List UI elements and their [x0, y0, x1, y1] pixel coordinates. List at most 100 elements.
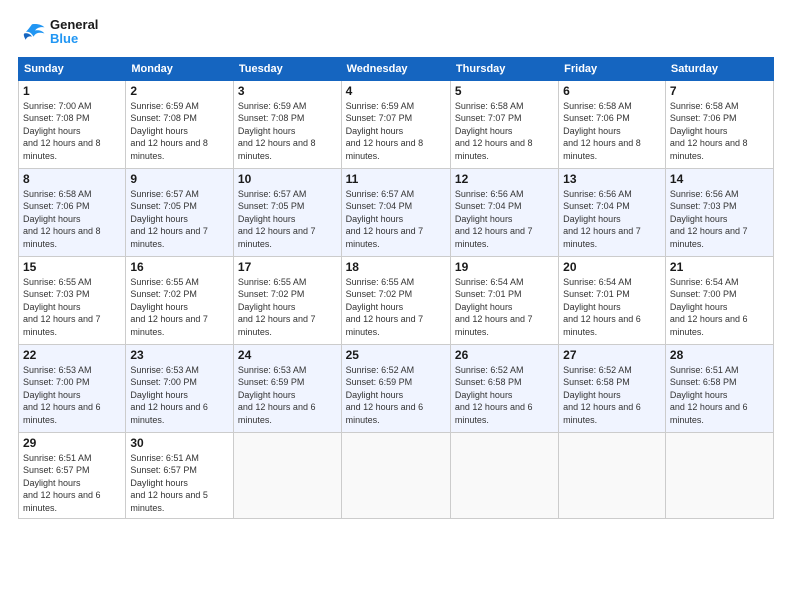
- calendar-cell: [559, 432, 666, 518]
- calendar-cell: 13 Sunrise: 6:56 AM Sunset: 7:04 PM Dayl…: [559, 168, 666, 256]
- calendar-cell: 25 Sunrise: 6:52 AM Sunset: 6:59 PM Dayl…: [341, 344, 450, 432]
- day-info: Sunrise: 6:59 AM Sunset: 7:08 PM Dayligh…: [238, 100, 337, 163]
- calendar-cell: 2 Sunrise: 6:59 AM Sunset: 7:08 PM Dayli…: [126, 80, 234, 168]
- day-info: Sunrise: 6:55 AM Sunset: 7:02 PM Dayligh…: [238, 276, 337, 339]
- day-info: Sunrise: 6:57 AM Sunset: 7:04 PM Dayligh…: [346, 188, 446, 251]
- day-number: 3: [238, 84, 337, 98]
- logo: General Blue: [18, 18, 98, 47]
- calendar-cell: 27 Sunrise: 6:52 AM Sunset: 6:58 PM Dayl…: [559, 344, 666, 432]
- day-number: 22: [23, 348, 121, 362]
- day-number: 14: [670, 172, 769, 186]
- day-info: Sunrise: 6:53 AM Sunset: 7:00 PM Dayligh…: [130, 364, 229, 427]
- calendar-cell: 21 Sunrise: 6:54 AM Sunset: 7:00 PM Dayl…: [665, 256, 773, 344]
- day-number: 24: [238, 348, 337, 362]
- day-info: Sunrise: 6:57 AM Sunset: 7:05 PM Dayligh…: [130, 188, 229, 251]
- day-info: Sunrise: 6:55 AM Sunset: 7:02 PM Dayligh…: [346, 276, 446, 339]
- calendar-table: Sunday Monday Tuesday Wednesday Thursday…: [18, 57, 774, 519]
- day-info: Sunrise: 6:52 AM Sunset: 6:58 PM Dayligh…: [455, 364, 554, 427]
- day-info: Sunrise: 6:55 AM Sunset: 7:03 PM Dayligh…: [23, 276, 121, 339]
- day-number: 10: [238, 172, 337, 186]
- day-number: 20: [563, 260, 661, 274]
- day-info: Sunrise: 6:56 AM Sunset: 7:03 PM Dayligh…: [670, 188, 769, 251]
- day-info: Sunrise: 6:51 AM Sunset: 6:57 PM Dayligh…: [130, 452, 229, 515]
- logo-text: General Blue: [50, 18, 98, 47]
- calendar-cell: [665, 432, 773, 518]
- col-saturday: Saturday: [665, 57, 773, 80]
- day-info: Sunrise: 6:54 AM Sunset: 7:01 PM Dayligh…: [455, 276, 554, 339]
- day-info: Sunrise: 6:53 AM Sunset: 6:59 PM Dayligh…: [238, 364, 337, 427]
- day-number: 29: [23, 436, 121, 450]
- calendar-cell: 12 Sunrise: 6:56 AM Sunset: 7:04 PM Dayl…: [450, 168, 558, 256]
- day-number: 25: [346, 348, 446, 362]
- day-number: 9: [130, 172, 229, 186]
- calendar-cell: 26 Sunrise: 6:52 AM Sunset: 6:58 PM Dayl…: [450, 344, 558, 432]
- day-number: 26: [455, 348, 554, 362]
- day-info: Sunrise: 6:58 AM Sunset: 7:06 PM Dayligh…: [670, 100, 769, 163]
- day-info: Sunrise: 6:51 AM Sunset: 6:58 PM Dayligh…: [670, 364, 769, 427]
- day-info: Sunrise: 6:53 AM Sunset: 7:00 PM Dayligh…: [23, 364, 121, 427]
- calendar-cell: 18 Sunrise: 6:55 AM Sunset: 7:02 PM Dayl…: [341, 256, 450, 344]
- calendar-cell: 22 Sunrise: 6:53 AM Sunset: 7:00 PM Dayl…: [19, 344, 126, 432]
- day-number: 30: [130, 436, 229, 450]
- day-number: 11: [346, 172, 446, 186]
- calendar-cell: 29 Sunrise: 6:51 AM Sunset: 6:57 PM Dayl…: [19, 432, 126, 518]
- calendar-cell: 15 Sunrise: 6:55 AM Sunset: 7:03 PM Dayl…: [19, 256, 126, 344]
- day-number: 2: [130, 84, 229, 98]
- col-monday: Monday: [126, 57, 234, 80]
- day-number: 28: [670, 348, 769, 362]
- day-number: 12: [455, 172, 554, 186]
- calendar-cell: 14 Sunrise: 6:56 AM Sunset: 7:03 PM Dayl…: [665, 168, 773, 256]
- day-info: Sunrise: 6:56 AM Sunset: 7:04 PM Dayligh…: [455, 188, 554, 251]
- day-info: Sunrise: 6:54 AM Sunset: 7:01 PM Dayligh…: [563, 276, 661, 339]
- calendar-cell: 4 Sunrise: 6:59 AM Sunset: 7:07 PM Dayli…: [341, 80, 450, 168]
- page: General Blue Sunday Monday Tuesday Wedne…: [0, 0, 792, 612]
- day-info: Sunrise: 6:59 AM Sunset: 7:07 PM Dayligh…: [346, 100, 446, 163]
- calendar-cell: 23 Sunrise: 6:53 AM Sunset: 7:00 PM Dayl…: [126, 344, 234, 432]
- day-number: 16: [130, 260, 229, 274]
- day-info: Sunrise: 6:52 AM Sunset: 6:59 PM Dayligh…: [346, 364, 446, 427]
- calendar-cell: 8 Sunrise: 6:58 AM Sunset: 7:06 PM Dayli…: [19, 168, 126, 256]
- day-number: 1: [23, 84, 121, 98]
- day-number: 7: [670, 84, 769, 98]
- day-info: Sunrise: 6:55 AM Sunset: 7:02 PM Dayligh…: [130, 276, 229, 339]
- calendar-cell: 6 Sunrise: 6:58 AM Sunset: 7:06 PM Dayli…: [559, 80, 666, 168]
- day-number: 19: [455, 260, 554, 274]
- day-info: Sunrise: 6:58 AM Sunset: 7:06 PM Dayligh…: [563, 100, 661, 163]
- calendar-cell: 10 Sunrise: 6:57 AM Sunset: 7:05 PM Dayl…: [233, 168, 341, 256]
- day-info: Sunrise: 6:57 AM Sunset: 7:05 PM Dayligh…: [238, 188, 337, 251]
- day-number: 27: [563, 348, 661, 362]
- col-tuesday: Tuesday: [233, 57, 341, 80]
- day-number: 18: [346, 260, 446, 274]
- day-number: 23: [130, 348, 229, 362]
- calendar-cell: 17 Sunrise: 6:55 AM Sunset: 7:02 PM Dayl…: [233, 256, 341, 344]
- day-info: Sunrise: 6:59 AM Sunset: 7:08 PM Dayligh…: [130, 100, 229, 163]
- day-number: 5: [455, 84, 554, 98]
- calendar-cell: 30 Sunrise: 6:51 AM Sunset: 6:57 PM Dayl…: [126, 432, 234, 518]
- calendar-cell: 11 Sunrise: 6:57 AM Sunset: 7:04 PM Dayl…: [341, 168, 450, 256]
- day-number: 13: [563, 172, 661, 186]
- calendar-cell: 19 Sunrise: 6:54 AM Sunset: 7:01 PM Dayl…: [450, 256, 558, 344]
- calendar-cell: 7 Sunrise: 6:58 AM Sunset: 7:06 PM Dayli…: [665, 80, 773, 168]
- calendar-cell: 3 Sunrise: 6:59 AM Sunset: 7:08 PM Dayli…: [233, 80, 341, 168]
- header: General Blue: [18, 18, 774, 47]
- day-number: 21: [670, 260, 769, 274]
- day-info: Sunrise: 6:54 AM Sunset: 7:00 PM Dayligh…: [670, 276, 769, 339]
- calendar-cell: 16 Sunrise: 6:55 AM Sunset: 7:02 PM Dayl…: [126, 256, 234, 344]
- day-info: Sunrise: 7:00 AM Sunset: 7:08 PM Dayligh…: [23, 100, 121, 163]
- col-wednesday: Wednesday: [341, 57, 450, 80]
- calendar-header-row: Sunday Monday Tuesday Wednesday Thursday…: [19, 57, 774, 80]
- day-info: Sunrise: 6:52 AM Sunset: 6:58 PM Dayligh…: [563, 364, 661, 427]
- day-number: 17: [238, 260, 337, 274]
- calendar-cell: 9 Sunrise: 6:57 AM Sunset: 7:05 PM Dayli…: [126, 168, 234, 256]
- calendar-cell: [341, 432, 450, 518]
- col-sunday: Sunday: [19, 57, 126, 80]
- col-friday: Friday: [559, 57, 666, 80]
- col-thursday: Thursday: [450, 57, 558, 80]
- day-number: 15: [23, 260, 121, 274]
- day-info: Sunrise: 6:56 AM Sunset: 7:04 PM Dayligh…: [563, 188, 661, 251]
- calendar-cell: [233, 432, 341, 518]
- day-number: 4: [346, 84, 446, 98]
- day-info: Sunrise: 6:58 AM Sunset: 7:06 PM Dayligh…: [23, 188, 121, 251]
- calendar-cell: [450, 432, 558, 518]
- day-number: 6: [563, 84, 661, 98]
